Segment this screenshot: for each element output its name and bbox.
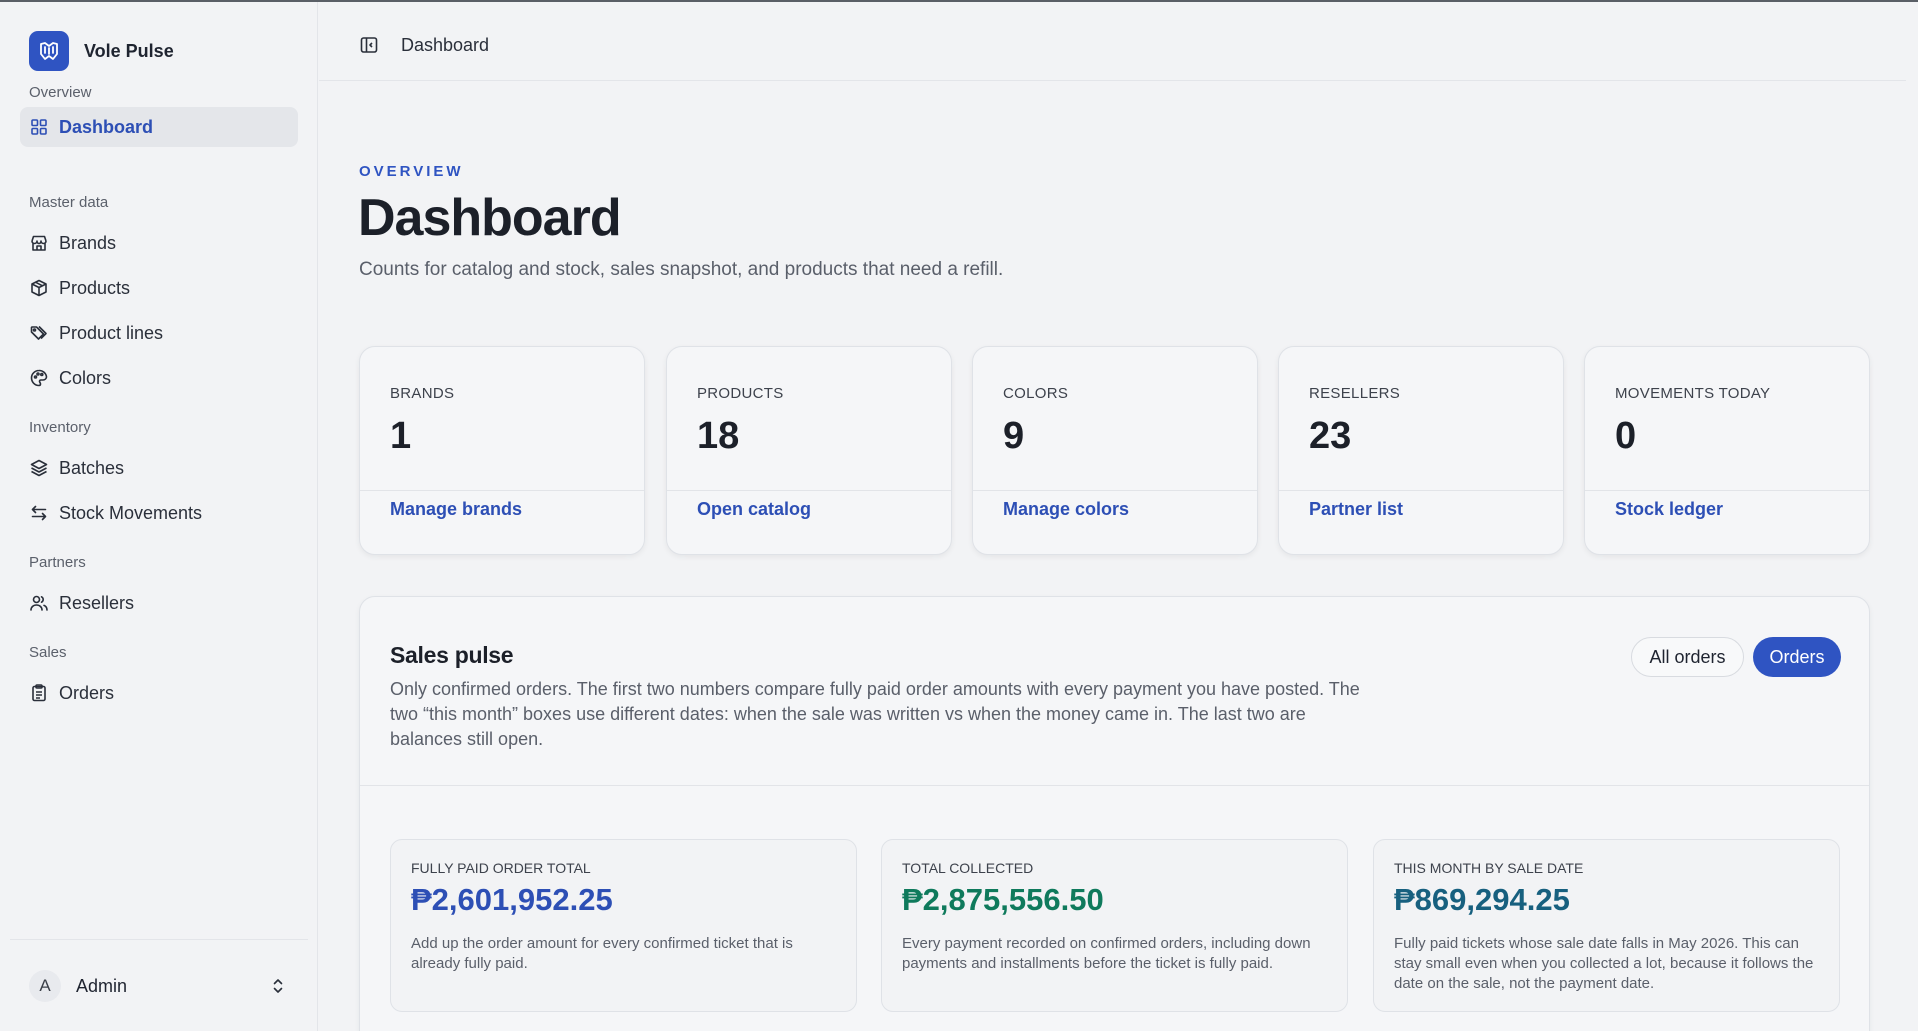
sidebar-item-label: Orders [59,682,115,703]
metric-label: TOTAL COLLECTED [902,860,1034,876]
top-header: Dashboard [319,10,1906,81]
sidebar-item-brands[interactable]: Brands [20,223,298,263]
sidebar-item-label: Products [59,277,131,298]
metric-value: ₱869,294.25 [1394,882,1570,917]
sidebar-item-product-lines[interactable]: Product lines [20,313,298,353]
sidebar-item-batches[interactable]: Batches [20,448,298,488]
sidebar-item-dashboard[interactable]: Dashboard [20,107,298,147]
app-name: Vole Pulse [84,40,174,61]
metric-this-month-by-sale-date: THIS MONTH BY SALE DATE ₱869,294.25 Full… [1373,839,1840,1012]
page-title: Dashboard [358,189,622,247]
sidebar-divider [10,939,308,940]
manage-brands-link[interactable]: Manage brands [390,499,522,520]
sidebar-item-colors[interactable]: Colors [20,358,298,398]
metric-fully-paid-total: FULLY PAID ORDER TOTAL ₱2,601,952.25 Add… [390,839,857,1012]
metric-value: ₱2,875,556.50 [902,882,1104,917]
metric-label: FULLY PAID ORDER TOTAL [411,860,591,876]
card-divider [1585,490,1869,491]
metric-label: THIS MONTH BY SALE DATE [1394,860,1584,876]
sidebar: Vole Pulse Overview Dashboard Master dat… [0,2,318,1031]
metric-total-collected: TOTAL COLLECTED ₱2,875,556.50 Every paym… [881,839,1348,1012]
manage-colors-link[interactable]: Manage colors [1003,499,1129,520]
orders-button[interactable]: Orders [1753,637,1841,677]
stat-label: RESELLERS [1309,385,1401,402]
stat-value: 23 [1309,415,1352,457]
stat-card-movements-today: MOVEMENTS TODAY 0 Stock ledger [1584,346,1870,555]
stat-value: 9 [1003,415,1025,457]
tags-icon [29,323,49,343]
stat-value: 1 [390,415,412,457]
grid-icon [29,117,49,137]
stat-label: COLORS [1003,385,1069,402]
user-name: Admin [76,975,128,996]
card-divider [973,490,1257,491]
sales-pulse-panel: Sales pulse Only confirmed orders. The f… [359,596,1870,1031]
sidebar-item-label: Colors [59,367,112,388]
metric-description: Every payment recorded on confirmed orde… [902,935,1311,972]
stat-label: BRANDS [390,385,455,402]
sidebar-item-label: Batches [59,457,125,478]
section-label-inventory: Inventory [29,419,91,436]
sidebar-item-resellers[interactable]: Resellers [20,583,298,623]
store-icon [29,233,49,253]
layers-icon [29,458,49,478]
stat-value: 18 [697,415,740,457]
section-label-partners: Partners [29,554,86,571]
sidebar-item-stock-movements[interactable]: Stock Movements [20,493,298,533]
metric-description: Add up the order amount for every confir… [411,935,793,972]
metric-value: ₱2,601,952.25 [411,882,613,917]
sales-pulse-description: Only confirmed orders. The first two num… [390,679,1360,749]
stat-card-brands: BRANDS 1 Manage brands [359,346,645,555]
open-catalog-link[interactable]: Open catalog [697,499,811,520]
palette-icon [29,368,49,388]
stat-card-resellers: RESELLERS 23 Partner list [1278,346,1564,555]
sidebar-item-products[interactable]: Products [20,268,298,308]
user-menu[interactable]: A Admin [20,964,298,1008]
avatar: A [29,970,61,1002]
page-subtitle: Counts for catalog and stock, sales snap… [359,259,1004,280]
panel-divider [360,785,1869,786]
metric-description: Fully paid tickets whose sale date falls… [1394,935,1814,992]
card-divider [360,490,644,491]
all-orders-button[interactable]: All orders [1631,637,1744,677]
users-icon [29,593,49,613]
box-icon [29,278,49,298]
breadcrumb: Dashboard [401,34,490,55]
sidebar-item-label: Resellers [59,592,135,613]
sidebar-item-label: Product lines [59,322,164,343]
brand[interactable]: Vole Pulse [29,31,174,71]
chevron-up-down-icon [273,979,283,993]
card-divider [1279,490,1563,491]
logo-icon [29,31,69,71]
sidebar-toggle-icon[interactable] [359,35,379,55]
sidebar-item-label: Brands [59,232,117,253]
page-eyebrow: OVERVIEW [359,163,464,180]
stat-card-colors: COLORS 9 Manage colors [972,346,1258,555]
arrows-icon [29,503,49,523]
sales-pulse-title: Sales pulse [390,642,514,668]
stat-value: 0 [1615,415,1637,457]
sidebar-item-orders[interactable]: Orders [20,673,298,713]
section-label-sales: Sales [29,644,67,661]
partner-list-link[interactable]: Partner list [1309,499,1403,520]
card-divider [667,490,951,491]
stat-label: MOVEMENTS TODAY [1615,385,1771,402]
stock-ledger-link[interactable]: Stock ledger [1615,499,1723,520]
stat-card-products: PRODUCTS 18 Open catalog [666,346,952,555]
sidebar-item-label: Dashboard [59,116,154,137]
section-label-master-data: Master data [29,194,109,211]
stat-label: PRODUCTS [697,385,784,402]
section-label-overview: Overview [29,84,92,101]
sidebar-item-label: Stock Movements [59,502,203,523]
clipboard-icon [29,683,49,703]
